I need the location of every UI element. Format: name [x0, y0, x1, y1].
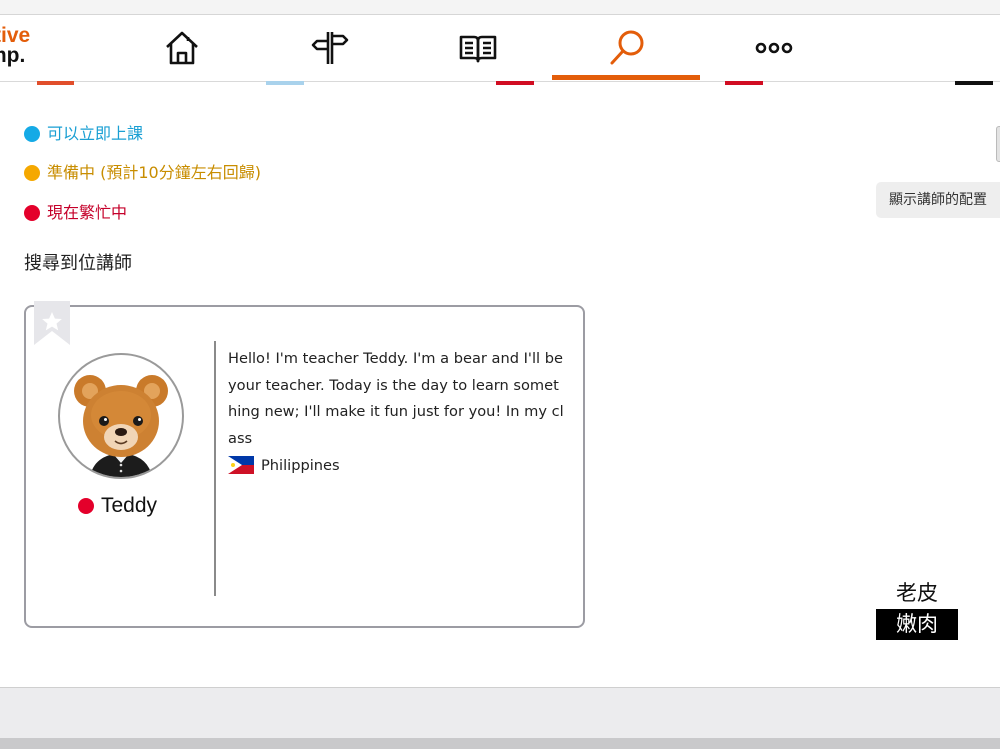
teacher-name-row[interactable]: Teddy: [78, 493, 157, 519]
nav-search[interactable]: [577, 15, 677, 81]
preparing-dot: [24, 165, 40, 181]
teacher-country: Philippines: [228, 454, 340, 476]
signpost-icon: [311, 32, 349, 64]
watermark-stamp: 老皮 嫩肉: [876, 578, 958, 640]
brand-logo[interactable]: tive mp.: [0, 24, 40, 74]
card-divider: [214, 341, 216, 596]
watermark-top: 老皮: [876, 578, 958, 608]
teacher-intro: Hello! I'm teacher Teddy. I'm a bear and…: [228, 350, 564, 447]
legend-label: 可以立即上課: [47, 124, 144, 143]
more-icon: [755, 42, 793, 54]
footer-bottom-bar: [0, 738, 1000, 749]
philippines-flag-icon: [228, 456, 254, 474]
country-name: Philippines: [261, 456, 340, 474]
peek-mark: [955, 81, 993, 85]
busy-status-dot: [78, 498, 94, 514]
page-footer: [0, 688, 1000, 738]
book-icon: [459, 35, 497, 63]
teacher-name[interactable]: Teddy: [101, 494, 157, 518]
nav-lessons[interactable]: [428, 15, 528, 81]
logo-line-2: mp.: [0, 44, 26, 67]
home-icon: [166, 31, 198, 65]
logo-line-1: tive: [0, 24, 31, 47]
peek-mark: [266, 81, 304, 85]
teacher-card[interactable]: Teddy Hello! I'm teacher Teddy. I'm a be…: [24, 301, 585, 628]
peek-mark: [37, 81, 74, 85]
legend-label: 現在繁忙中: [47, 203, 128, 222]
top-navbar: tive mp.: [0, 15, 1000, 82]
teacher-avatar[interactable]: [58, 353, 184, 479]
legend-label: 準備中 (預計10分鐘左右回歸): [47, 163, 261, 182]
nav-more[interactable]: [724, 15, 824, 81]
peek-mark: [496, 81, 534, 85]
nav-explore[interactable]: [280, 15, 380, 81]
nav-home[interactable]: [132, 15, 232, 81]
peek-mark: [725, 81, 763, 85]
available-dot: [24, 126, 40, 142]
results-heading: 搜尋到位講師: [24, 253, 132, 274]
scrollbar-handle[interactable]: [996, 126, 1000, 162]
nav-active-indicator: [552, 75, 700, 80]
browser-top-strip: [0, 0, 1000, 15]
watermark-bottom: 嫩肉: [876, 609, 958, 640]
bookmark-star-icon[interactable]: [34, 301, 70, 345]
teacher-config-button[interactable]: 顯示講師的配置: [876, 182, 1000, 218]
bear-avatar-icon: [74, 375, 168, 477]
busy-dot: [24, 205, 40, 221]
search-icon: [610, 30, 644, 65]
